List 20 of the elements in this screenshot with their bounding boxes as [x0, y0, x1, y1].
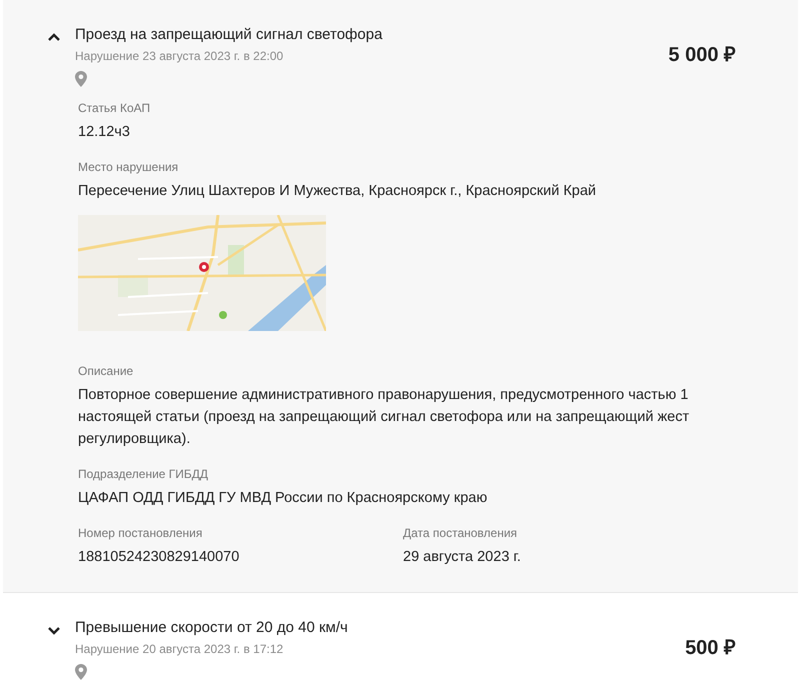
field-value: 29 августа 2023 г.: [403, 548, 521, 567]
field-value: 12.12ч3: [78, 123, 130, 142]
location-pin-icon: [75, 71, 87, 87]
field-label: Дата постановления: [403, 526, 518, 540]
field-value: 18810524230829140070: [78, 548, 240, 567]
fine-amount: 5 000 ₽: [668, 43, 736, 67]
violation-date: Нарушение 20 августа 2023 г. в 17:12: [75, 642, 284, 656]
location-pin-icon: [75, 664, 87, 680]
fine-title[interactable]: Превышение скорости от 20 до 40 км/ч: [75, 619, 348, 637]
fine-title[interactable]: Проезд на запрещающий сигнал светофора: [75, 26, 382, 44]
field-value: Пересечение Улиц Шахтеров И Мужества, Красноярск г., Красноярский Край: [78, 182, 596, 201]
field-label: Статья КоАП: [78, 101, 150, 115]
field-value: Повторное совершение административного правонарушения, предусмотренного частью 1 настоящей статьи (проезд на запрещающий сигнал светофора или на запрещающий жест регулировщика).: [78, 386, 690, 449]
field-value: ЦАФАП ОДД ГИБДД ГУ МВД России по Красноярскому краю: [78, 489, 488, 508]
fine-amount: 500 ₽: [685, 636, 736, 660]
violation-date: Нарушение 23 августа 2023 г. в 22:00: [75, 49, 284, 63]
field-label: Подразделение ГИБДД: [78, 467, 208, 481]
field-label: Описание: [78, 364, 134, 378]
field-label: Место нарушения: [78, 160, 178, 174]
field-label: Номер постановления: [78, 526, 202, 540]
